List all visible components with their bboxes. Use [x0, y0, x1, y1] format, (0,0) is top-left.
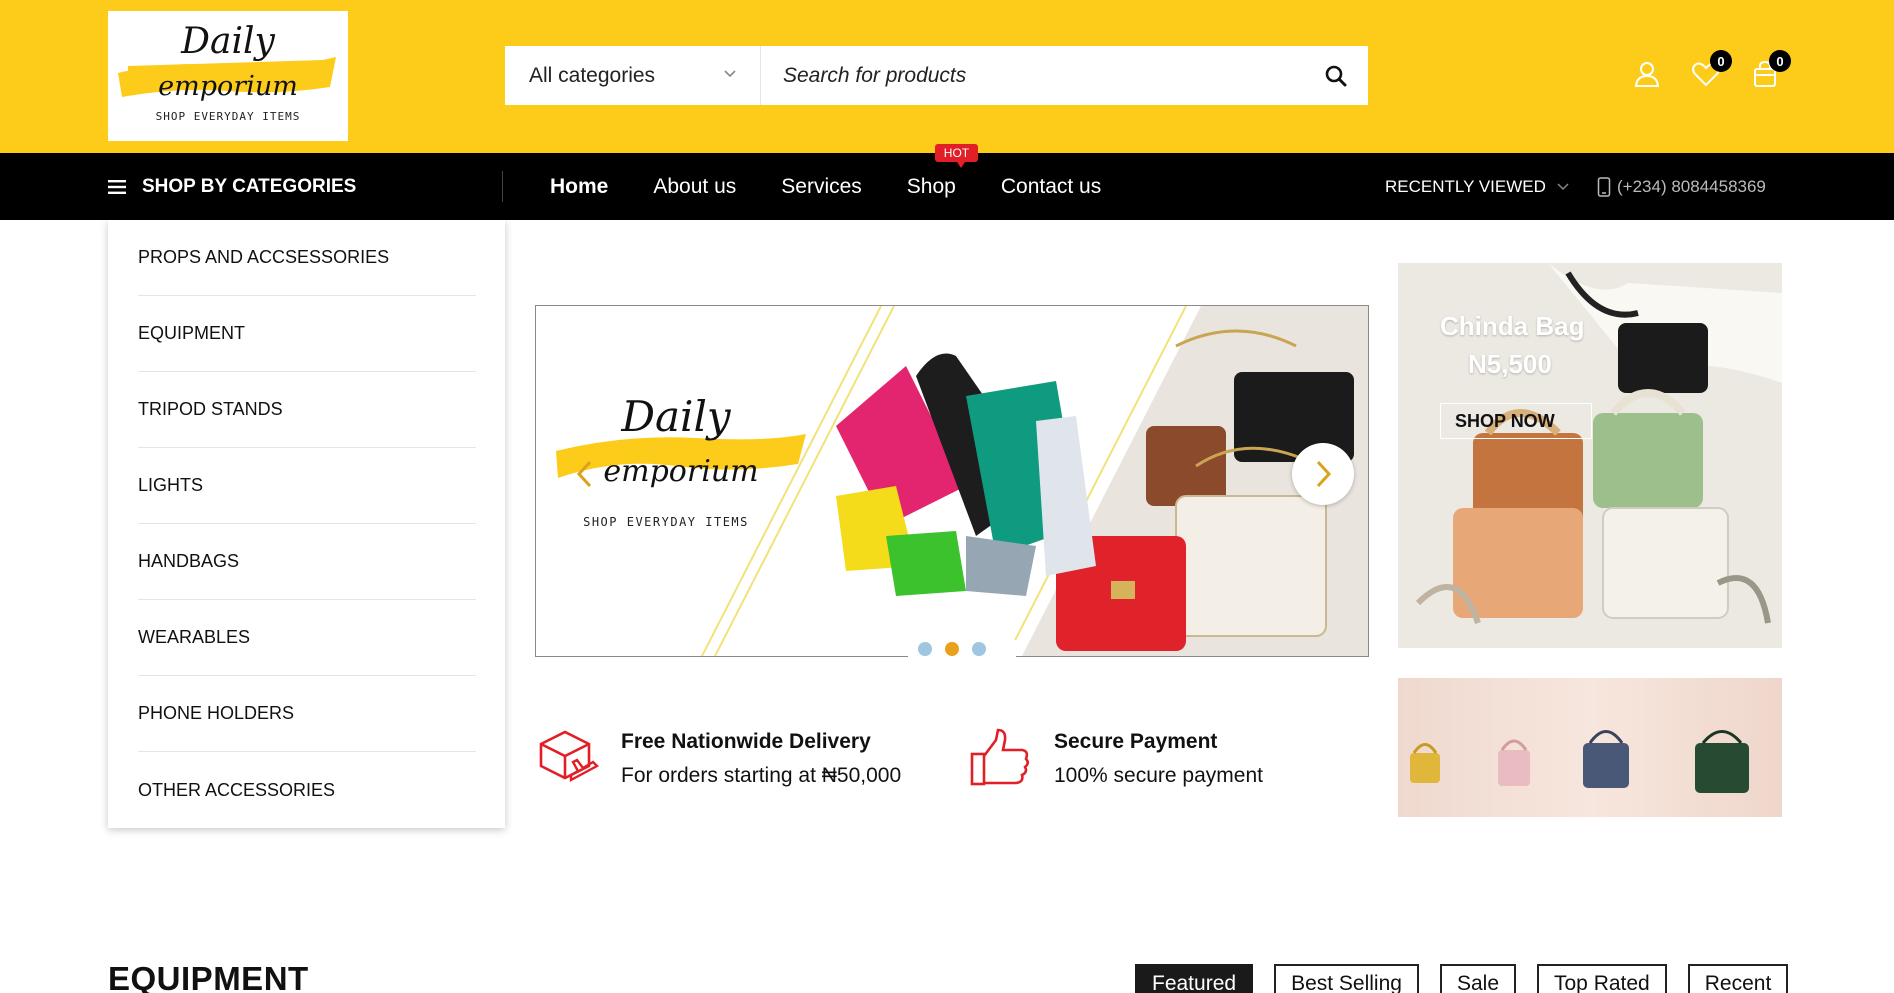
main-nav: SHOP BY CATEGORIES Home About us Service… [0, 143, 1894, 220]
account-button[interactable] [1631, 58, 1663, 90]
feature-payment-subtitle: 100% secure payment [1054, 764, 1263, 787]
chevron-left-icon [576, 460, 592, 488]
shop-now-button[interactable]: SHOP NOW [1440, 403, 1592, 439]
search-bar: All categories [505, 46, 1368, 105]
category-item-other-accessories[interactable]: OTHER ACCESSORIES [138, 752, 476, 828]
category-item-handbags[interactable]: HANDBAGS [138, 524, 476, 600]
category-select[interactable]: All categories [505, 46, 761, 105]
phone-number: (+234) 8084458369 [1617, 176, 1766, 196]
slider-dot-1[interactable] [918, 642, 932, 656]
slider-dot-2[interactable] [945, 642, 959, 656]
slide-image: Daily emporium SHOP EVERYDAY ITEMS [556, 306, 1368, 656]
category-select-label: All categories [529, 63, 656, 87]
phone-contact: (+234) 8084458369 [1597, 153, 1766, 220]
banner-product-title: Chinda Bag [1440, 311, 1585, 341]
hot-badge: HOT [934, 143, 979, 168]
category-item-props[interactable]: PROPS AND ACCSESSORIES [138, 220, 476, 296]
wishlist-button[interactable]: 0 [1690, 50, 1732, 90]
promo-banner-bags[interactable]: Chinda Bag N5,500 SHOP NOW [1398, 263, 1782, 648]
user-icon [1634, 62, 1660, 87]
logo-text-emporium: emporium [158, 71, 298, 102]
category-item-tripod-stands[interactable]: TRIPOD STANDS [138, 372, 476, 448]
tab-sale[interactable]: Sale [1439, 964, 1516, 993]
slider-next-button[interactable] [1292, 443, 1354, 505]
category-item-equipment[interactable]: EQUIPMENT [138, 296, 476, 372]
feature-delivery-title: Free Nationwide Delivery [621, 730, 871, 753]
hero-slider[interactable]: Daily emporium SHOP EVERYDAY ITEMS [535, 305, 1369, 657]
thumbs-up-icon [970, 728, 1030, 786]
nav-link-about[interactable]: About us [653, 175, 736, 199]
nav-link-shop-label: Shop [906, 174, 956, 198]
tab-top-rated[interactable]: Top Rated [1537, 964, 1667, 993]
tab-best-selling[interactable]: Best Selling [1274, 964, 1419, 993]
cart-button[interactable]: 0 [1749, 50, 1791, 90]
search-icon [1325, 65, 1347, 86]
logo[interactable]: Daily emporium SHOP EVERYDAY ITEMS [108, 11, 348, 141]
tab-recent[interactable]: Recent [1687, 964, 1789, 993]
chevron-right-icon [1316, 460, 1332, 488]
slide-logo-emporium: emporium [603, 454, 758, 489]
slider-prev-button[interactable] [554, 443, 616, 505]
top-header: Daily emporium SHOP EVERYDAY ITEMS All c… [0, 0, 1894, 153]
chevron-down-icon [724, 70, 736, 78]
nav-link-home[interactable]: Home [550, 175, 608, 199]
banner-product-price: N5,500 [1468, 349, 1552, 379]
section-title: EQUIPMENT [108, 960, 309, 993]
feature-payment: Secure Payment 100% secure payment [968, 726, 1263, 792]
search-button[interactable] [1304, 46, 1368, 105]
feature-delivery-subtitle: For orders starting at ₦50,000 [621, 764, 902, 787]
nav-link-services[interactable]: Services [781, 175, 862, 199]
slider-pagination [918, 642, 999, 656]
product-filter-tabs: Featured Best Selling Sale Top Rated Rec… [1135, 964, 1809, 993]
feature-delivery: Free Nationwide Delivery For orders star… [535, 726, 901, 792]
delivery-box-plane-icon [539, 730, 599, 783]
shop-by-categories-toggle[interactable]: SHOP BY CATEGORIES [108, 153, 356, 220]
nav-link-contact[interactable]: Contact us [1001, 175, 1101, 199]
feature-payment-text: Secure Payment 100% secure payment [1054, 726, 1263, 788]
tab-featured[interactable]: Featured [1135, 964, 1254, 993]
search-input[interactable] [761, 46, 1304, 105]
slide-logo-daily: Daily [620, 392, 732, 441]
nav-link-shop[interactable]: Shop HOT [906, 143, 979, 199]
recently-viewed-label: RECENTLY VIEWED [1385, 176, 1546, 196]
slider-dot-3[interactable] [972, 642, 986, 656]
phone-icon [1597, 176, 1611, 197]
nav-links: Home About us Services Shop HOT Contact … [550, 143, 1146, 220]
feature-payment-title: Secure Payment [1054, 730, 1218, 753]
slide-logo-tagline: SHOP EVERYDAY ITEMS [583, 515, 749, 529]
logo-tagline: SHOP EVERYDAY ITEMS [155, 110, 301, 123]
logo-text-daily: Daily [181, 21, 275, 62]
banner-handbags-image [1410, 730, 1749, 793]
category-item-lights[interactable]: LIGHTS [138, 448, 476, 524]
shop-by-categories-label: SHOP BY CATEGORIES [142, 175, 357, 197]
wishlist-count-badge: 0 [1710, 50, 1732, 72]
nav-divider [502, 171, 503, 202]
cart-count-badge: 0 [1769, 50, 1791, 72]
feature-delivery-text: Free Nationwide Delivery For orders star… [621, 726, 901, 788]
promo-banner-handbags[interactable] [1398, 678, 1782, 817]
category-item-phone-holders[interactable]: PHONE HOLDERS [138, 676, 476, 752]
recently-viewed-dropdown[interactable]: RECENTLY VIEWED [1385, 153, 1570, 220]
category-menu: PROPS AND ACCSESSORIES EQUIPMENT TRIPOD … [108, 220, 505, 828]
category-item-wearables[interactable]: WEARABLES [138, 600, 476, 676]
chevron-down-icon [1557, 182, 1569, 190]
hamburger-icon [108, 179, 126, 194]
